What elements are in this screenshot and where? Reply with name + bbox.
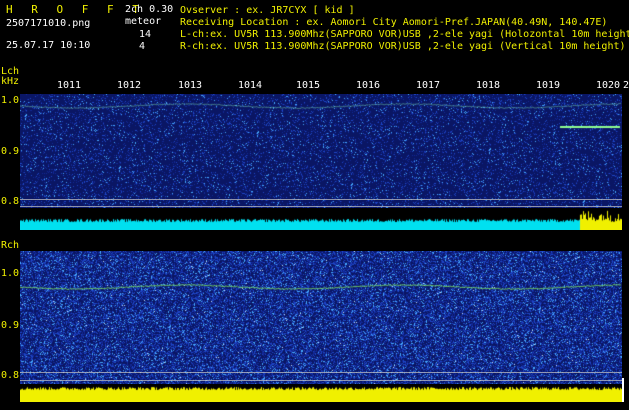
minute-tick: 2 [623, 80, 629, 91]
minute-tick: 1011 [57, 80, 82, 91]
rch-ytick-0-9: 0.9 [1, 320, 20, 331]
minute-tick: 1016 [356, 80, 381, 91]
minute-tick: 1020 [596, 80, 621, 91]
rch-ytick-0-8: 0.8 [1, 370, 20, 381]
minute-tick: 1012 [117, 80, 142, 91]
rch-reference-line [20, 372, 622, 373]
lch-reference-line [20, 206, 622, 207]
minute-tick: 1019 [536, 80, 561, 91]
minute-tick: 1018 [476, 80, 501, 91]
lch-ytick-1-0: 1.0 [1, 95, 20, 106]
filename-label: 2507171010.png [6, 18, 91, 29]
minute-tick: 1013 [178, 80, 203, 91]
lch-meteor-count: 14 [139, 29, 152, 40]
datetime-label: 25.07.17 10:10 [6, 40, 91, 51]
rch-level-bar [20, 384, 622, 402]
rch-channel-label: Rch [1, 240, 20, 251]
lch-reference-line [20, 199, 622, 200]
rch-spectrogram [20, 251, 622, 401]
meteor-label: meteor [125, 16, 162, 27]
lch-description-line: L-ch:ex. UV5R 113.900Mhz(SAPPORO VOR)USB… [180, 29, 629, 40]
rch-description-line: R-ch:ex. UV5R 113.900Mhz(SAPPORO VOR)USB… [180, 41, 626, 52]
observer-line: Ovserver : ex. JR7CYX [ kid ] [180, 5, 355, 16]
lch-ytick-0-9: 0.9 [1, 146, 20, 157]
version-label: 2ch 0.30 [125, 4, 174, 15]
rch-meteor-count: 4 [139, 41, 146, 52]
rch-right-marker [622, 378, 624, 402]
minute-tick: 1015 [296, 80, 321, 91]
rch-ytick-1-0: 1.0 [1, 268, 20, 279]
lch-level-bar [20, 208, 622, 230]
rch-reference-line [20, 380, 622, 381]
lch-ytick-0-8: 0.8 [1, 196, 20, 207]
location-line: Receiving Location : ex. Aomori City Aom… [180, 17, 608, 28]
lch-minute-ticks: 1011 1012 1013 1014 1015 1016 1017 1018 … [0, 80, 629, 92]
minute-tick: 1017 [416, 80, 441, 91]
minute-tick: 1014 [238, 80, 263, 91]
